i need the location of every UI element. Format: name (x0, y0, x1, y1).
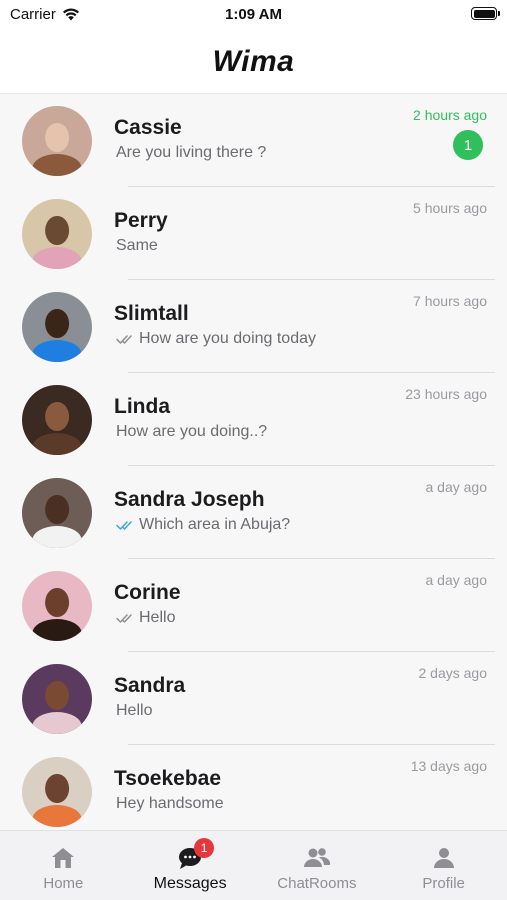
contact-name: Linda (114, 395, 170, 418)
chat-row[interactable]: Sandra Joseph Which area in Abuja? a day a… (0, 466, 507, 559)
chat-row[interactable]: Linda How are you doing..? 23 hours ago (0, 373, 507, 466)
last-message-text: Which area in Abuja? (139, 516, 291, 533)
unread-count-badge: 1 (453, 130, 483, 160)
avatar[interactable] (22, 571, 92, 641)
tab-label: ChatRooms (277, 875, 357, 892)
chat-row[interactable]: Corine Hello a day ago (0, 559, 507, 652)
avatar-body (32, 339, 82, 362)
tab-label: Home (43, 875, 84, 892)
last-message-text: Hey handsome (116, 795, 224, 812)
group-icon (303, 845, 331, 871)
last-message: Are you living there ? (116, 144, 266, 162)
avatar[interactable] (22, 478, 92, 548)
message-time: 2 hours ago (413, 107, 487, 123)
tab-bar: Home 1 Messages ChatRooms Profile (0, 830, 507, 900)
last-message-text: Same (116, 237, 158, 254)
chat-row[interactable]: Slimtall How are you doing today 7 hours a… (0, 280, 507, 373)
contact-name: Slimtall (114, 302, 189, 325)
double-check-icon (116, 335, 132, 344)
contact-name: Cassie (114, 116, 182, 139)
last-message: Same (116, 237, 158, 255)
tab-badge: 1 (194, 838, 215, 858)
avatar-body (32, 804, 82, 827)
tab-messages[interactable]: 1 Messages (127, 831, 254, 900)
avatar-body (32, 432, 82, 455)
avatar-body (32, 618, 82, 641)
last-message: Hello (116, 702, 152, 720)
avatar-body (32, 153, 82, 176)
chat-row[interactable]: Tsoekebae Hey handsome 13 days ago (0, 745, 507, 830)
contact-name: Sandra (114, 674, 186, 697)
battery-icon (471, 7, 500, 20)
avatar[interactable] (22, 292, 92, 362)
contact-name: Tsoekebae (114, 767, 221, 790)
chat-row[interactable]: Perry Same 5 hours ago (0, 187, 507, 280)
avatar[interactable] (22, 199, 92, 269)
avatar-face (45, 122, 69, 153)
avatar-face (45, 494, 69, 525)
message-time: a day ago (425, 479, 488, 495)
avatar-face (45, 215, 69, 246)
avatar[interactable] (22, 385, 92, 455)
last-message-text: Hello (116, 702, 153, 719)
avatar[interactable] (22, 106, 92, 176)
avatar-body (32, 711, 82, 734)
avatar-face (45, 773, 69, 804)
last-message-text: Are you living there ? (116, 144, 267, 161)
tab-chatrooms[interactable]: ChatRooms (254, 831, 381, 900)
contact-name: Corine (114, 581, 181, 604)
message-time: 13 days ago (410, 758, 487, 774)
tab-label: Profile (422, 875, 465, 892)
last-message: How are you doing..? (116, 423, 267, 441)
last-message-text: Hello (139, 609, 176, 626)
chat-row[interactable]: Cassie Are you living there ? 2 hours ago 1 (0, 94, 507, 187)
avatar-face (45, 308, 69, 339)
tab-home[interactable]: Home (0, 831, 127, 900)
double-check-read-icon (116, 521, 132, 530)
message-time: 7 hours ago (413, 293, 487, 309)
avatar-face (45, 401, 69, 432)
avatar-body (32, 525, 82, 548)
avatar[interactable] (22, 757, 92, 827)
person-icon (430, 845, 458, 871)
message-time: 5 hours ago (413, 200, 487, 216)
app-header: Wima (0, 30, 507, 94)
message-time: 23 hours ago (405, 386, 487, 402)
status-bar: Carrier 1:09 AM (0, 0, 507, 30)
contact-name: Sandra Joseph (114, 488, 265, 511)
message-time: a day ago (425, 572, 488, 588)
last-message: Which area in Abuja? (116, 516, 290, 534)
avatar-body (32, 246, 82, 269)
chat-row[interactable]: Sandra Hello 2 days ago (0, 652, 507, 745)
tab-label: Messages (153, 875, 227, 892)
tab-profile[interactable]: Profile (380, 831, 507, 900)
double-check-icon (116, 614, 132, 623)
last-message: How are you doing today (116, 330, 316, 348)
last-message-text: How are you doing..? (116, 423, 268, 440)
last-message-text: How are you doing today (139, 330, 316, 347)
chat-list[interactable]: Cassie Are you living there ? 2 hours ago 1… (0, 94, 507, 830)
home-icon (49, 845, 77, 871)
avatar-face (45, 587, 69, 618)
app-title: Wima (212, 44, 295, 78)
contact-name: Perry (114, 209, 168, 232)
message-time: 2 days ago (418, 665, 488, 681)
avatar[interactable] (22, 664, 92, 734)
avatar-face (45, 680, 69, 711)
last-message: Hello (116, 609, 175, 627)
clock: 1:09 AM (225, 6, 282, 23)
last-message: Hey handsome (116, 795, 224, 813)
chat-bubble-icon: 1 (176, 838, 215, 871)
